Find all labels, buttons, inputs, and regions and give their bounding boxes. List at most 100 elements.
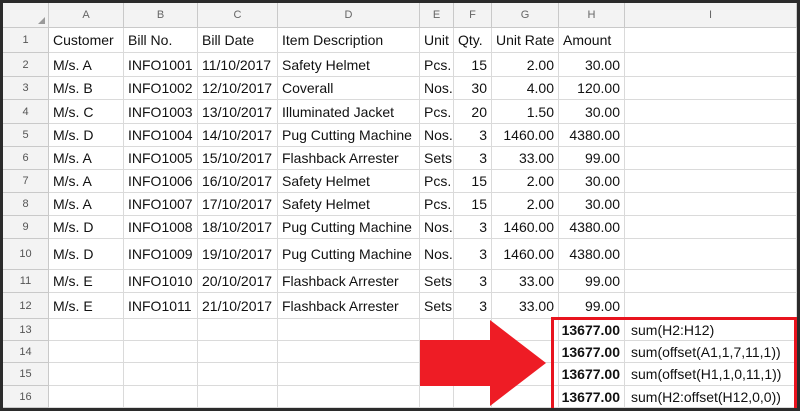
cell-g12[interactable]: 33.00	[492, 293, 559, 319]
cell-b11[interactable]: INFO1010	[124, 270, 198, 293]
cell-d3[interactable]: Coverall	[278, 77, 420, 100]
cell-b1[interactable]: Bill No.	[124, 28, 198, 53]
cell-c12[interactable]: 21/10/2017	[198, 293, 278, 319]
column-header-b[interactable]: B	[124, 3, 198, 28]
column-header-i[interactable]: I	[625, 3, 797, 28]
cell-e10[interactable]: Nos.	[420, 239, 454, 270]
cell-c10[interactable]: 19/10/2017	[198, 239, 278, 270]
cell-b16[interactable]	[124, 386, 198, 408]
cell-a8[interactable]: M/s. A	[49, 193, 124, 216]
cell-b3[interactable]: INFO1002	[124, 77, 198, 100]
row-header-4[interactable]: 4	[3, 100, 49, 124]
row-header-1[interactable]: 1	[3, 28, 49, 53]
cell-d16[interactable]	[278, 386, 420, 408]
cell-e2[interactable]: Pcs.	[420, 53, 454, 77]
cell-d14[interactable]	[278, 341, 420, 363]
cell-e11[interactable]: Sets	[420, 270, 454, 293]
row-header-11[interactable]: 11	[3, 270, 49, 293]
row-header-10[interactable]: 10	[3, 239, 49, 270]
row-header-7[interactable]: 7	[3, 170, 49, 193]
cell-f7[interactable]: 15	[454, 170, 492, 193]
cell-i1[interactable]	[625, 28, 797, 53]
cell-i7[interactable]	[625, 170, 797, 193]
cell-d4[interactable]: Illuminated Jacket	[278, 100, 420, 124]
cell-a4[interactable]: M/s. C	[49, 100, 124, 124]
cell-b2[interactable]: INFO1001	[124, 53, 198, 77]
cell-h8[interactable]: 30.00	[559, 193, 625, 216]
row-header-14[interactable]: 14	[3, 341, 49, 363]
cell-a1[interactable]: Customer	[49, 28, 124, 53]
cell-d1[interactable]: Item Description	[278, 28, 420, 53]
cell-e6[interactable]: Sets	[420, 147, 454, 170]
cell-e4[interactable]: Pcs.	[420, 100, 454, 124]
row-header-15[interactable]: 15	[3, 363, 49, 386]
cell-d5[interactable]: Pug Cutting Machine	[278, 124, 420, 147]
cell-g5[interactable]: 1460.00	[492, 124, 559, 147]
cell-f10[interactable]: 3	[454, 239, 492, 270]
row-header-3[interactable]: 3	[3, 77, 49, 100]
cell-b7[interactable]: INFO1006	[124, 170, 198, 193]
cell-b6[interactable]: INFO1005	[124, 147, 198, 170]
cell-g1[interactable]: Unit Rate	[492, 28, 559, 53]
cell-g8[interactable]: 2.00	[492, 193, 559, 216]
cell-h3[interactable]: 120.00	[559, 77, 625, 100]
cell-c6[interactable]: 15/10/2017	[198, 147, 278, 170]
cell-h12[interactable]: 99.00	[559, 293, 625, 319]
cell-f9[interactable]: 3	[454, 216, 492, 239]
cell-i4[interactable]	[625, 100, 797, 124]
cell-c9[interactable]: 18/10/2017	[198, 216, 278, 239]
cell-i9[interactable]	[625, 216, 797, 239]
cell-d15[interactable]	[278, 363, 420, 386]
cell-a5[interactable]: M/s. D	[49, 124, 124, 147]
row-header-16[interactable]: 16	[3, 386, 49, 408]
cell-i3[interactable]	[625, 77, 797, 100]
cell-d6[interactable]: Flashback Arrester	[278, 147, 420, 170]
cell-a3[interactable]: M/s. B	[49, 77, 124, 100]
cell-f1[interactable]: Qty.	[454, 28, 492, 53]
cell-b12[interactable]: INFO1011	[124, 293, 198, 319]
cell-h2[interactable]: 30.00	[559, 53, 625, 77]
cell-h13[interactable]: 13677.00	[559, 319, 625, 341]
cell-g9[interactable]: 1460.00	[492, 216, 559, 239]
cell-f12[interactable]: 3	[454, 293, 492, 319]
cell-b4[interactable]: INFO1003	[124, 100, 198, 124]
cell-b15[interactable]	[124, 363, 198, 386]
cell-e12[interactable]: Sets	[420, 293, 454, 319]
row-header-9[interactable]: 9	[3, 216, 49, 239]
cell-f6[interactable]: 3	[454, 147, 492, 170]
cell-b10[interactable]: INFO1009	[124, 239, 198, 270]
select-all-corner[interactable]	[3, 3, 49, 28]
cell-c13[interactable]	[198, 319, 278, 341]
cell-a11[interactable]: M/s. E	[49, 270, 124, 293]
cell-f5[interactable]: 3	[454, 124, 492, 147]
column-header-h[interactable]: H	[559, 3, 625, 28]
column-header-g[interactable]: G	[492, 3, 559, 28]
cell-a2[interactable]: M/s. A	[49, 53, 124, 77]
cell-h9[interactable]: 4380.00	[559, 216, 625, 239]
cell-g2[interactable]: 2.00	[492, 53, 559, 77]
cell-c7[interactable]: 16/10/2017	[198, 170, 278, 193]
cell-c15[interactable]	[198, 363, 278, 386]
cell-b8[interactable]: INFO1007	[124, 193, 198, 216]
cell-h10[interactable]: 4380.00	[559, 239, 625, 270]
cell-c11[interactable]: 20/10/2017	[198, 270, 278, 293]
row-header-2[interactable]: 2	[3, 53, 49, 77]
cell-i14[interactable]: sum(offset(A1,1,7,11,1))	[625, 341, 797, 363]
cell-i6[interactable]	[625, 147, 797, 170]
cell-a15[interactable]	[49, 363, 124, 386]
cell-e9[interactable]: Nos.	[420, 216, 454, 239]
cell-c8[interactable]: 17/10/2017	[198, 193, 278, 216]
cell-e5[interactable]: Nos.	[420, 124, 454, 147]
cell-a14[interactable]	[49, 341, 124, 363]
cell-a7[interactable]: M/s. A	[49, 170, 124, 193]
cell-g10[interactable]: 1460.00	[492, 239, 559, 270]
row-header-13[interactable]: 13	[3, 319, 49, 341]
cell-d11[interactable]: Flashback Arrester	[278, 270, 420, 293]
cell-h1[interactable]: Amount	[559, 28, 625, 53]
row-header-6[interactable]: 6	[3, 147, 49, 170]
cell-d12[interactable]: Flashback Arrester	[278, 293, 420, 319]
cell-h7[interactable]: 30.00	[559, 170, 625, 193]
row-header-12[interactable]: 12	[3, 293, 49, 319]
cell-d13[interactable]	[278, 319, 420, 341]
column-header-c[interactable]: C	[198, 3, 278, 28]
